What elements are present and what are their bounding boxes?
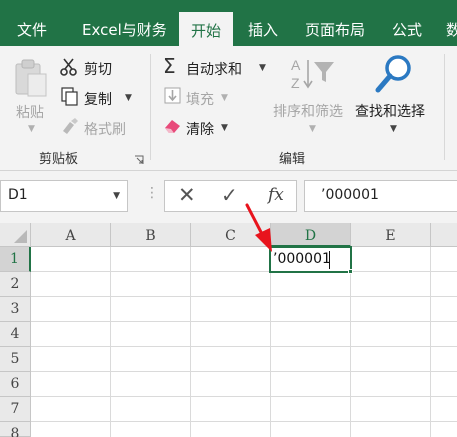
annotation-arrow: [245, 203, 272, 252]
